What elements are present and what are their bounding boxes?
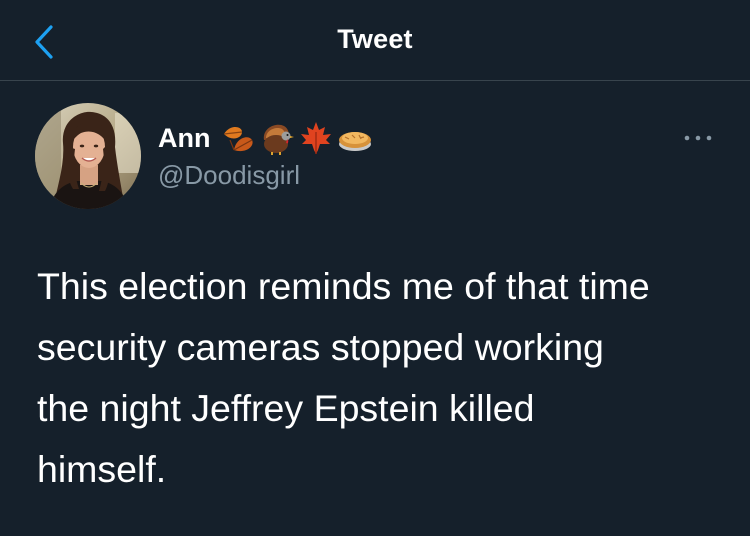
author-name-row[interactable]: Ann: [158, 120, 374, 156]
fallen-leaves-emoji: [224, 127, 254, 152]
top-navigation-bar: Tweet: [0, 0, 750, 81]
tweet-text: This election reminds me of that time se…: [37, 265, 650, 490]
name-emoji-group: [220, 120, 374, 156]
avatar[interactable]: [35, 103, 141, 209]
more-horizontal-icon: [684, 135, 712, 141]
maple-leaf-emoji: [301, 122, 332, 154]
author-display-name: Ann: [158, 122, 211, 153]
author-handle[interactable]: @Doodisgirl: [158, 160, 300, 191]
tweet-detail-screen: Tweet Ann @Doodisgirl This election remi…: [0, 0, 750, 536]
more-options-button[interactable]: [678, 126, 718, 150]
pie-emoji: [339, 132, 372, 151]
turkey-emoji: [264, 124, 295, 155]
page-title: Tweet: [337, 24, 413, 54]
